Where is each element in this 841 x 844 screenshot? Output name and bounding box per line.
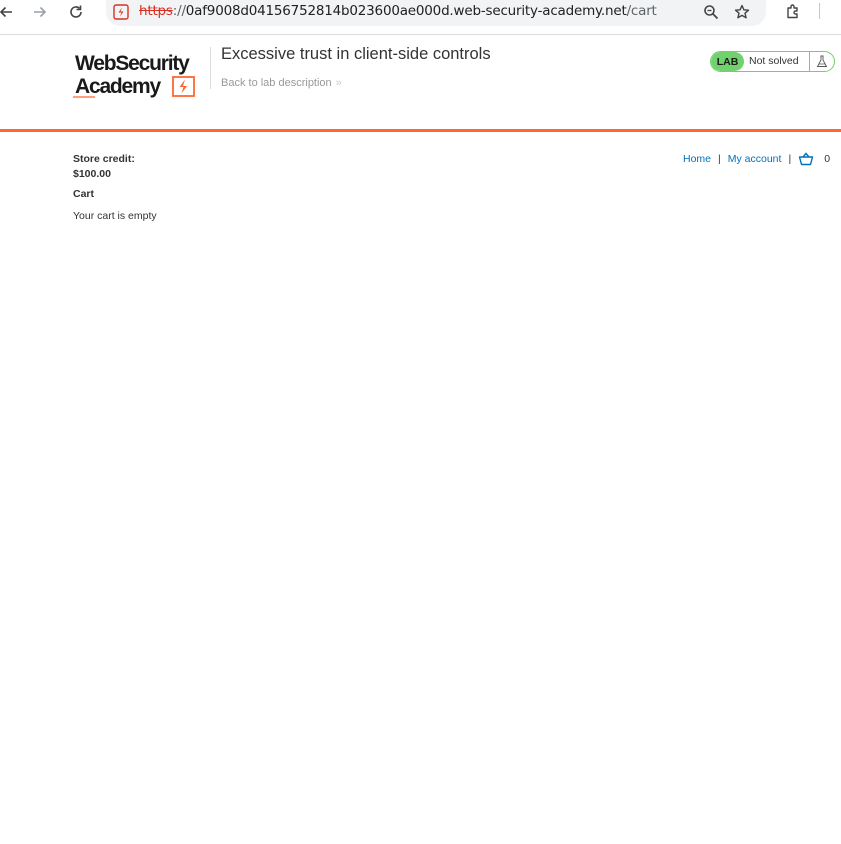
top-navigation: Home | My account | 0 <box>683 152 830 166</box>
address-bar[interactable]: https://0af9008d04156752814b023600ae000d… <box>106 0 766 26</box>
nav-separator: | <box>788 153 792 165</box>
store-credit-value: $100.00 <box>73 168 111 180</box>
browser-toolbar: https://0af9008d04156752814b023600ae000d… <box>0 0 841 35</box>
forward-button[interactable] <box>26 0 54 24</box>
zoom-button[interactable] <box>697 0 725 24</box>
store-credit: Store credit: $100.00 <box>73 152 135 182</box>
cart-heading: Cart <box>73 188 95 200</box>
bookmark-star-icon <box>734 4 750 19</box>
extensions-button[interactable] <box>779 0 807 24</box>
url-text: https://0af9008d04156752814b023600ae000d… <box>139 3 657 19</box>
home-link[interactable]: Home <box>683 153 711 165</box>
cart-empty-message: Your cart is empty <box>73 210 157 222</box>
logo-divider <box>210 47 211 89</box>
back-button[interactable] <box>0 0 20 24</box>
forward-arrow-icon <box>34 6 47 18</box>
toolbar-divider <box>819 3 820 19</box>
zoom-icon <box>704 5 719 20</box>
lab-badge: LAB <box>711 52 744 71</box>
back-arrow-icon <box>0 6 12 18</box>
lab-header: WebSecurity Academy Excessive trust in c… <box>0 36 841 132</box>
web-security-academy-logo[interactable]: WebSecurity Academy <box>73 49 211 99</box>
my-account-link[interactable]: My account <box>728 153 782 165</box>
lab-status-text: Not solved <box>749 55 799 67</box>
flask-icon-box <box>809 52 834 71</box>
bookmark-button[interactable] <box>728 0 756 24</box>
svg-text:WebSecurity: WebSecurity <box>75 52 190 75</box>
svg-text:Academy: Academy <box>75 75 162 98</box>
profile-button[interactable] <box>832 0 841 24</box>
reload-icon <box>70 5 82 18</box>
double-chevron-right-icon: » <box>335 77 342 89</box>
back-link-label[interactable]: Back to lab description <box>221 77 332 89</box>
lab-title: Excessive trust in client-side controls <box>221 45 491 63</box>
reload-button[interactable] <box>62 0 90 24</box>
cart-basket-icon[interactable] <box>798 152 814 166</box>
nav-separator: | <box>718 153 721 165</box>
back-to-lab-description-link[interactable]: Back to lab description» <box>221 77 342 89</box>
cart-count[interactable]: 0 <box>824 153 830 165</box>
flask-icon <box>816 55 828 67</box>
extensions-icon <box>787 4 798 19</box>
lab-status-widget: LAB Not solved <box>710 51 835 72</box>
store-credit-label: Store credit: <box>73 153 135 165</box>
site-info-icon[interactable] <box>112 3 130 21</box>
